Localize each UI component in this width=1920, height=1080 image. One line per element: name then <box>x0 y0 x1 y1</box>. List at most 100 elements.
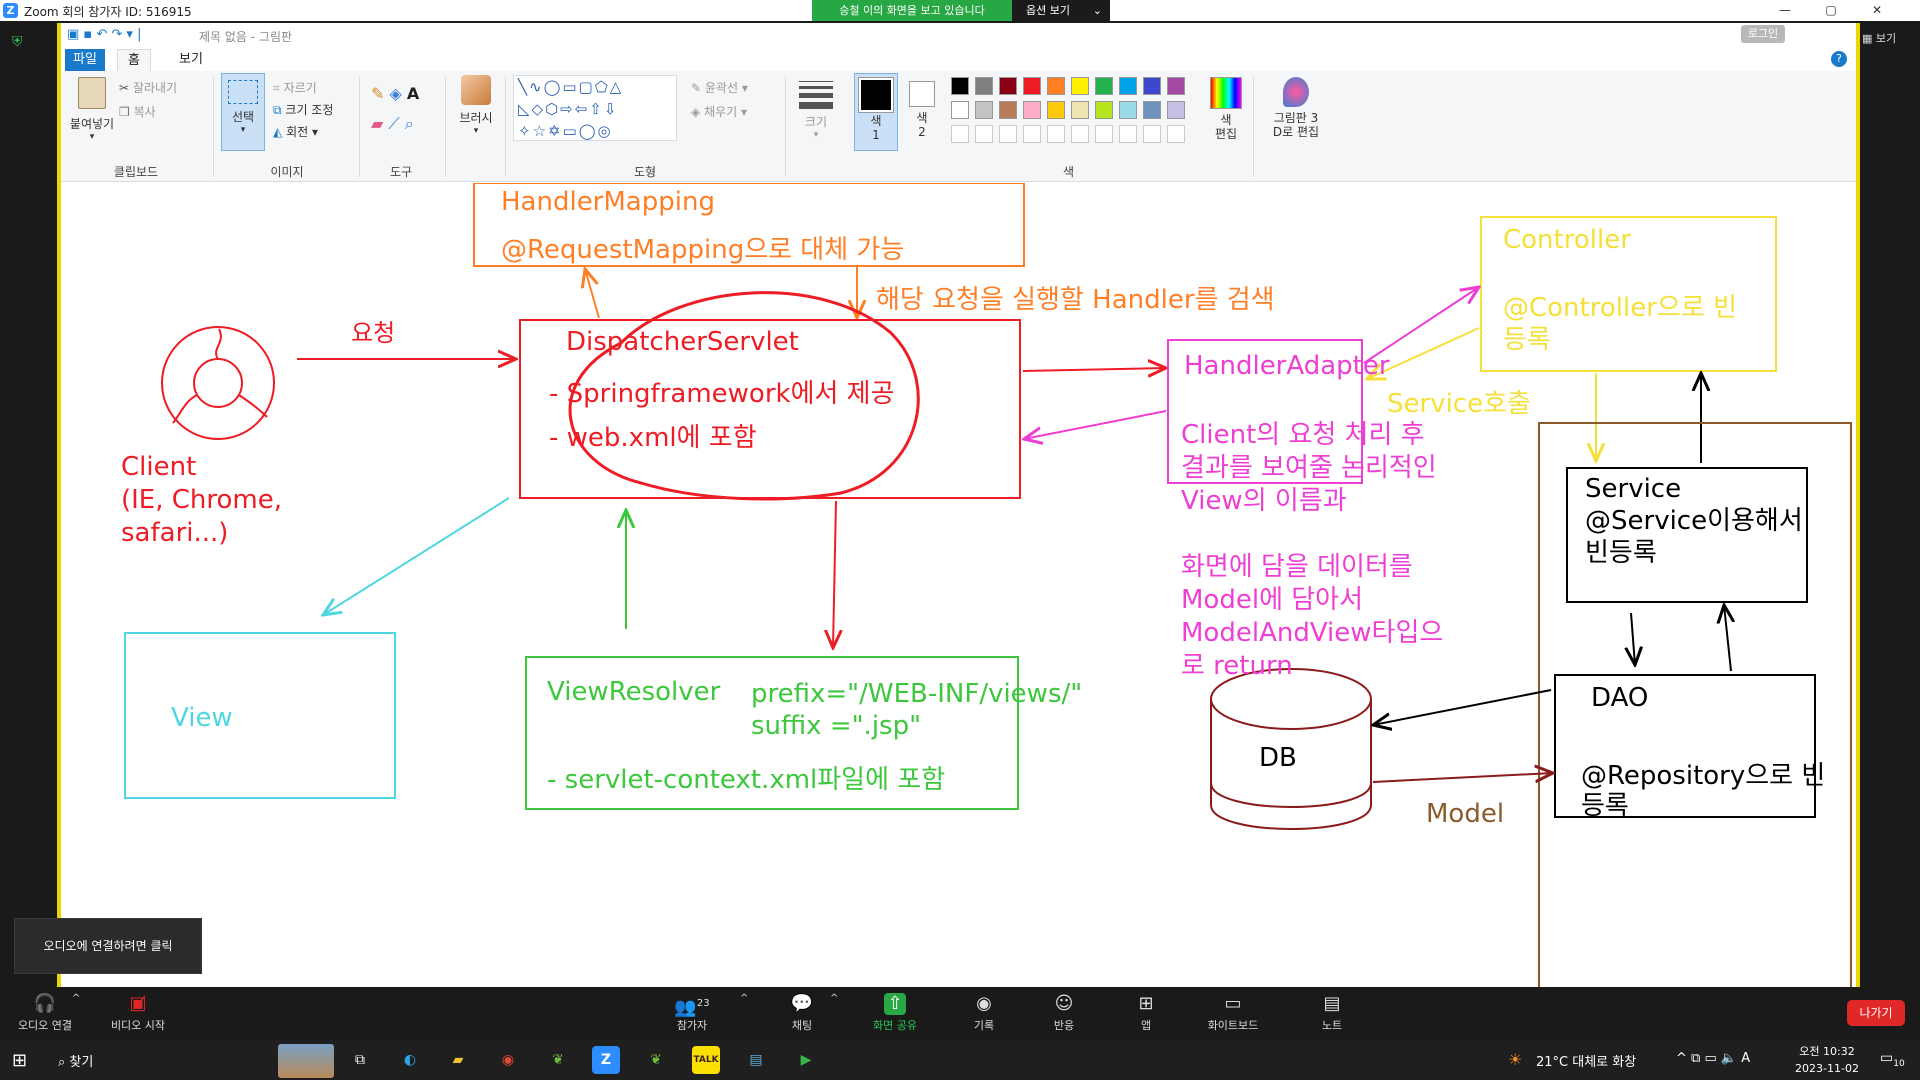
custom-color-slot[interactable] <box>1023 125 1041 143</box>
taskbar-search[interactable]: ⌕ 찾기 <box>58 1051 93 1070</box>
outline-button[interactable]: ✎ 윤곽선 ▾ <box>691 79 748 96</box>
copy-button[interactable]: ❐ 복사 <box>119 103 156 120</box>
close-button[interactable]: ✕ <box>1854 0 1900 21</box>
quick-access-toolbar[interactable]: ▣ ▪ ↶ ↷ ▾ | <box>67 27 141 42</box>
ime-indicator[interactable]: A <box>1741 1051 1750 1066</box>
edge-icon[interactable]: ◐ <box>396 1046 424 1074</box>
custom-color-slot[interactable] <box>999 125 1017 143</box>
notepad-icon[interactable]: ▤ <box>742 1046 770 1074</box>
custom-color-slot[interactable] <box>1143 125 1161 143</box>
palette-swatch[interactable] <box>1071 101 1089 119</box>
help-icon[interactable]: ? <box>1831 51 1847 67</box>
task-view-icon[interactable]: ⧉ <box>346 1046 374 1074</box>
windows-start-icon[interactable]: ⊞ <box>12 1050 27 1071</box>
chrome-icon[interactable]: ◉ <box>494 1046 522 1074</box>
zoom-taskbar-icon[interactable]: Z <box>592 1046 620 1074</box>
brush-button[interactable]: 브러시 ▾ <box>453 75 499 136</box>
palette-swatch[interactable] <box>1119 77 1137 95</box>
participants-chevron[interactable]: ^ <box>740 993 748 1004</box>
palette-swatch[interactable] <box>999 101 1017 119</box>
custom-color-slot[interactable] <box>951 125 969 143</box>
palette-swatch[interactable] <box>1167 101 1185 119</box>
clock[interactable]: 오전 10:32 2023-11-02 <box>1792 1043 1862 1077</box>
color2-button[interactable]: 색 2 <box>903 73 941 149</box>
file-explorer-icon[interactable]: ▰ <box>444 1046 472 1074</box>
text-tool-icon[interactable]: A <box>407 84 419 103</box>
edit-colors-button[interactable]: 색 편집 <box>1205 77 1247 141</box>
custom-color-slot[interactable] <box>1167 125 1185 143</box>
chat-chevron[interactable]: ^ <box>830 993 838 1004</box>
cut-button[interactable]: ✂ 잘라내기 <box>119 79 177 96</box>
weather-icon[interactable]: ☀ <box>1508 1050 1522 1069</box>
apps-button[interactable]: ⊞ 앱 <box>1124 987 1168 1040</box>
encryption-shield-icon[interactable]: ⛨ <box>12 34 26 50</box>
palette-swatch[interactable] <box>999 77 1017 95</box>
palette-swatch[interactable] <box>1023 77 1041 95</box>
size-button[interactable]: 크기 ▾ <box>797 77 835 140</box>
kakaotalk-icon[interactable]: TALK <box>692 1046 720 1074</box>
spring-tool-icon[interactable]: ❦ <box>544 1046 572 1074</box>
notification-icon[interactable]: ▭10 <box>1880 1050 1905 1069</box>
magnifier-icon[interactable]: ⌕ <box>405 114 414 133</box>
rotate-button[interactable]: ◭ 회전 ▾ <box>273 123 318 140</box>
whiteboard-button[interactable]: ▭ 화이트보드 <box>1198 987 1268 1040</box>
record-button[interactable]: ◉ 기록 <box>962 987 1006 1040</box>
video-button[interactable]: ▣̸ 비디오 시작 <box>100 987 176 1040</box>
palette-swatch[interactable] <box>1167 77 1185 95</box>
media-app-icon[interactable]: ▶ <box>792 1046 820 1074</box>
eraser-icon[interactable]: ▰ <box>371 114 383 133</box>
reaction-button[interactable]: ☺ 반응 <box>1042 987 1086 1040</box>
color-picker-icon[interactable]: ⟋ <box>388 114 399 133</box>
line-shape-icon[interactable]: ╲∿◯▭▢⬠△ <box>518 78 623 96</box>
palette-swatch[interactable] <box>1143 77 1161 95</box>
palette-swatch[interactable] <box>1023 101 1041 119</box>
palette-swatch[interactable] <box>951 77 969 95</box>
select-button[interactable]: 선택 ▾ <box>221 73 265 151</box>
color1-button[interactable]: 색 1 <box>854 73 898 151</box>
audio-connect-tooltip[interactable]: 오디오에 연결하려면 클릭 <box>14 918 202 974</box>
custom-color-slot[interactable] <box>1047 125 1065 143</box>
chat-button[interactable]: 💬 채팅 <box>780 987 824 1040</box>
view-options-button[interactable]: 옵션 보기 ⌄ <box>1012 0 1110 21</box>
custom-color-slot[interactable] <box>1071 125 1089 143</box>
fill-bucket-icon[interactable]: ◈ <box>390 84 402 103</box>
tab-file[interactable]: 파일 <box>65 49 105 71</box>
view-mode-button[interactable]: ▦ 보기 <box>1862 30 1896 46</box>
signin-button[interactable]: 로그인 <box>1741 25 1785 43</box>
custom-color-slot[interactable] <box>975 125 993 143</box>
crop-button[interactable]: ⌗ 자르기 <box>273 79 317 96</box>
tab-view[interactable]: 보기 <box>169 49 213 71</box>
notes-button[interactable]: ▤ 노트 <box>1310 987 1354 1040</box>
polygon-shape-icon[interactable]: ◺◇⬡⇨⇦⇧⇩ <box>518 100 618 118</box>
pencil-icon[interactable]: ✎ <box>371 84 384 103</box>
spring-tool-2-icon[interactable]: ❦ <box>642 1046 670 1074</box>
palette-swatch[interactable] <box>975 101 993 119</box>
audio-button[interactable]: 🎧 오디오 연결 <box>10 987 80 1040</box>
weather-text[interactable]: 21°C 대체로 화창 <box>1536 1051 1636 1070</box>
palette-swatch[interactable] <box>1047 77 1065 95</box>
custom-color-slot[interactable] <box>1119 125 1137 143</box>
minimize-button[interactable]: — <box>1762 0 1808 21</box>
palette-swatch[interactable] <box>975 77 993 95</box>
tab-home[interactable]: 홈 <box>117 49 151 72</box>
paint-canvas[interactable]: HandlerMapping @RequestMapping으로 대체 가능 해… <box>61 183 1856 987</box>
edit-paint3d-button[interactable]: 그림판 3 D로 편집 <box>1261 77 1331 139</box>
palette-swatch[interactable] <box>1095 77 1113 95</box>
palette-swatch[interactable] <box>1119 101 1137 119</box>
resize-button[interactable]: ⧉ 크기 조정 <box>273 101 333 118</box>
audio-options-chevron[interactable]: ^ <box>72 993 80 1004</box>
palette-swatch[interactable] <box>1071 77 1089 95</box>
fill-button[interactable]: ◈ 채우기 ▾ <box>691 103 747 120</box>
leave-meeting-button[interactable]: 나가기 <box>1847 1000 1905 1026</box>
palette-swatch[interactable] <box>1095 101 1113 119</box>
callout-shape-icon[interactable]: ✧☆✡▭◯◎ <box>518 122 613 140</box>
participants-button[interactable]: 👥23 참가자 <box>660 987 724 1040</box>
shapes-gallery[interactable]: ╲∿◯▭▢⬠△ ◺◇⬡⇨⇦⇧⇩ ✧☆✡▭◯◎ <box>513 75 677 141</box>
paste-button[interactable]: 붙여넣기 ▾ <box>69 77 115 142</box>
tray-icons[interactable]: ^ ⧉ ▭ 🔈 A <box>1676 1051 1750 1066</box>
maximize-button[interactable]: ▢ <box>1808 0 1854 21</box>
palette-swatch[interactable] <box>951 101 969 119</box>
palette-swatch[interactable] <box>1143 101 1161 119</box>
custom-color-slot[interactable] <box>1095 125 1113 143</box>
palette-swatch[interactable] <box>1047 101 1065 119</box>
